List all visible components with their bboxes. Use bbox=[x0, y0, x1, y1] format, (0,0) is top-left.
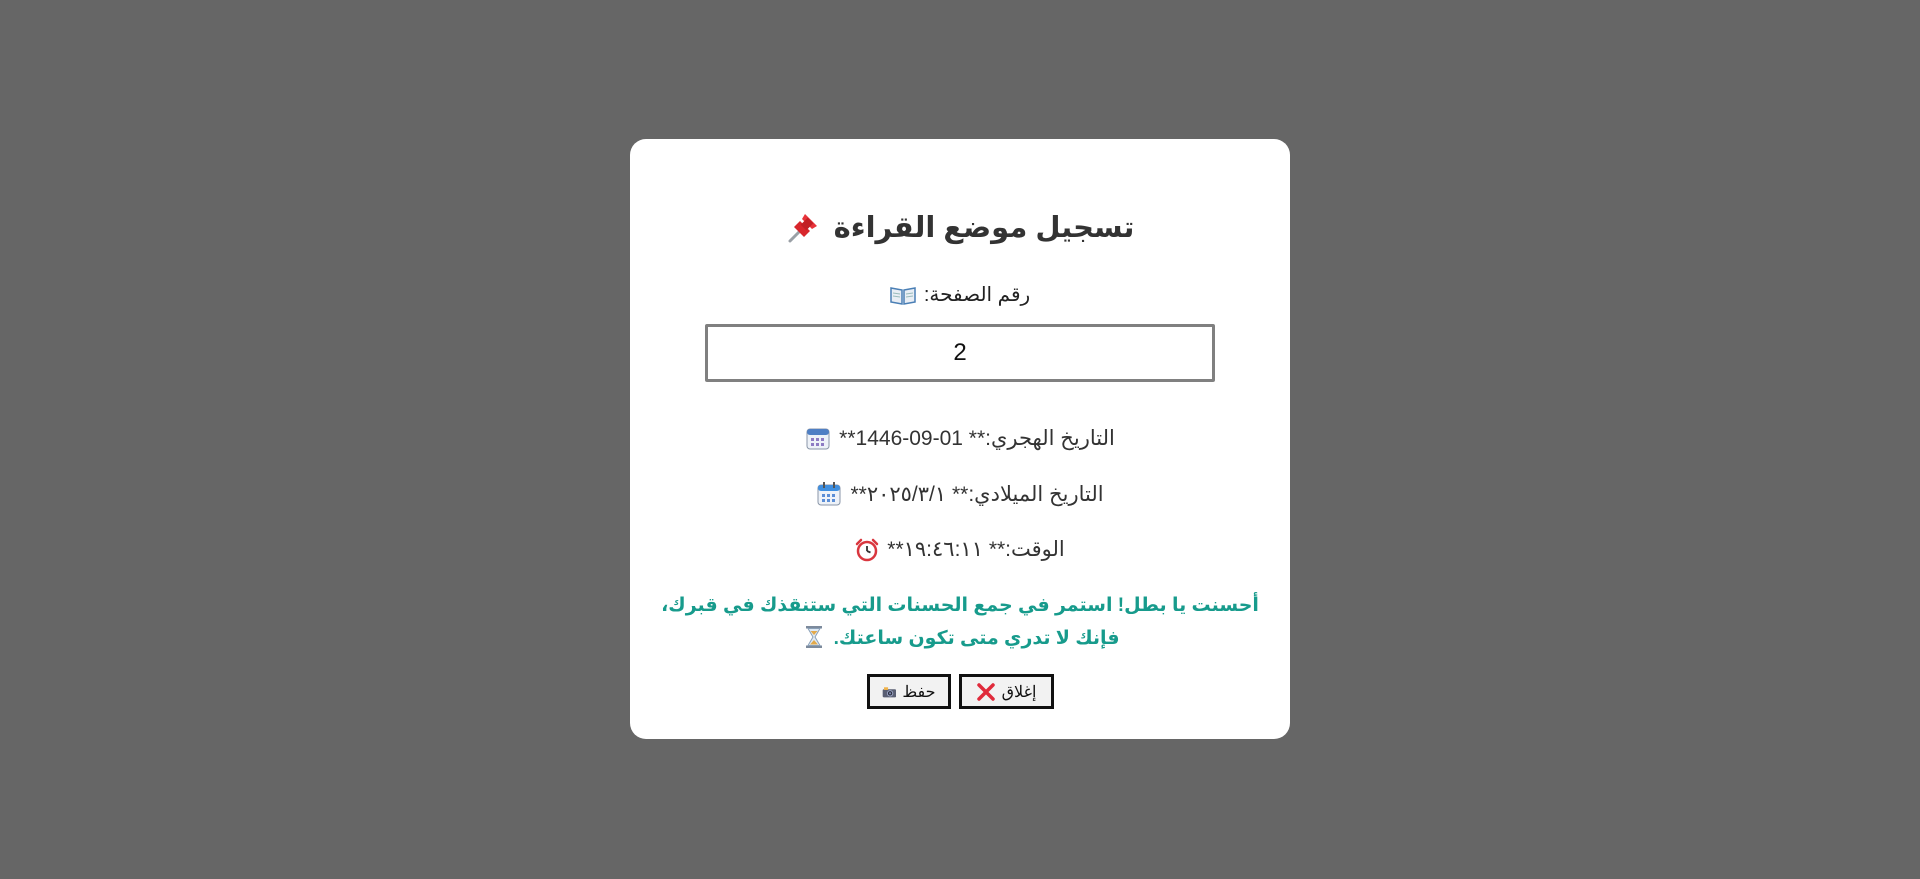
page-number-label: رقم الصفحة: bbox=[923, 284, 1031, 306]
modal-overlay: تسجيل موضع القراءة رقم الصفحة: التاريخ ا… bbox=[0, 0, 1920, 879]
pushpin-icon bbox=[788, 214, 817, 243]
close-button[interactable]: إغلاق bbox=[958, 674, 1054, 709]
motivation-text: أحسنت يا بطل! استمر في جمع الحسنات التي … bbox=[661, 595, 1259, 649]
open-book-icon bbox=[890, 286, 916, 305]
dialog-actions: إغلاق حفظ bbox=[630, 674, 1290, 709]
page-number-label-row: رقم الصفحة: bbox=[630, 282, 1290, 307]
gregorian-date-row: التاريخ الميلادي:** ٢٠٢٥/٣/١** bbox=[630, 481, 1290, 507]
save-button[interactable]: حفظ bbox=[866, 674, 951, 709]
dialog-title: تسجيل موضع القراءة bbox=[833, 211, 1135, 244]
save-button-label: حفظ bbox=[902, 683, 936, 701]
camera-icon bbox=[882, 686, 896, 697]
calendar-icon bbox=[817, 482, 841, 506]
calendar-icon bbox=[806, 428, 830, 450]
time-row: الوقت:** ١٩:٤٦:١١** bbox=[630, 537, 1290, 562]
page-number-input[interactable] bbox=[705, 324, 1215, 382]
hijri-date-text: التاريخ الهجري:** 01-09-1446** bbox=[839, 426, 1115, 450]
motivation-message: أحسنت يا بطل! استمر في جمع الحسنات التي … bbox=[658, 589, 1262, 655]
reading-position-dialog: تسجيل موضع القراءة رقم الصفحة: التاريخ ا… bbox=[630, 139, 1290, 739]
alarm-clock-icon bbox=[856, 538, 879, 561]
dialog-title-row: تسجيل موضع القراءة bbox=[630, 209, 1290, 245]
hijri-date-row: التاريخ الهجري:** 01-09-1446** bbox=[630, 425, 1290, 451]
cross-mark-icon bbox=[976, 682, 995, 701]
gregorian-date-text: التاريخ الميلادي:** ٢٠٢٥/٣/١** bbox=[850, 482, 1104, 506]
hourglass-icon bbox=[806, 626, 823, 648]
close-button-label: إغلاق bbox=[1001, 683, 1037, 701]
time-text: الوقت:** ١٩:٤٦:١١** bbox=[887, 538, 1065, 561]
